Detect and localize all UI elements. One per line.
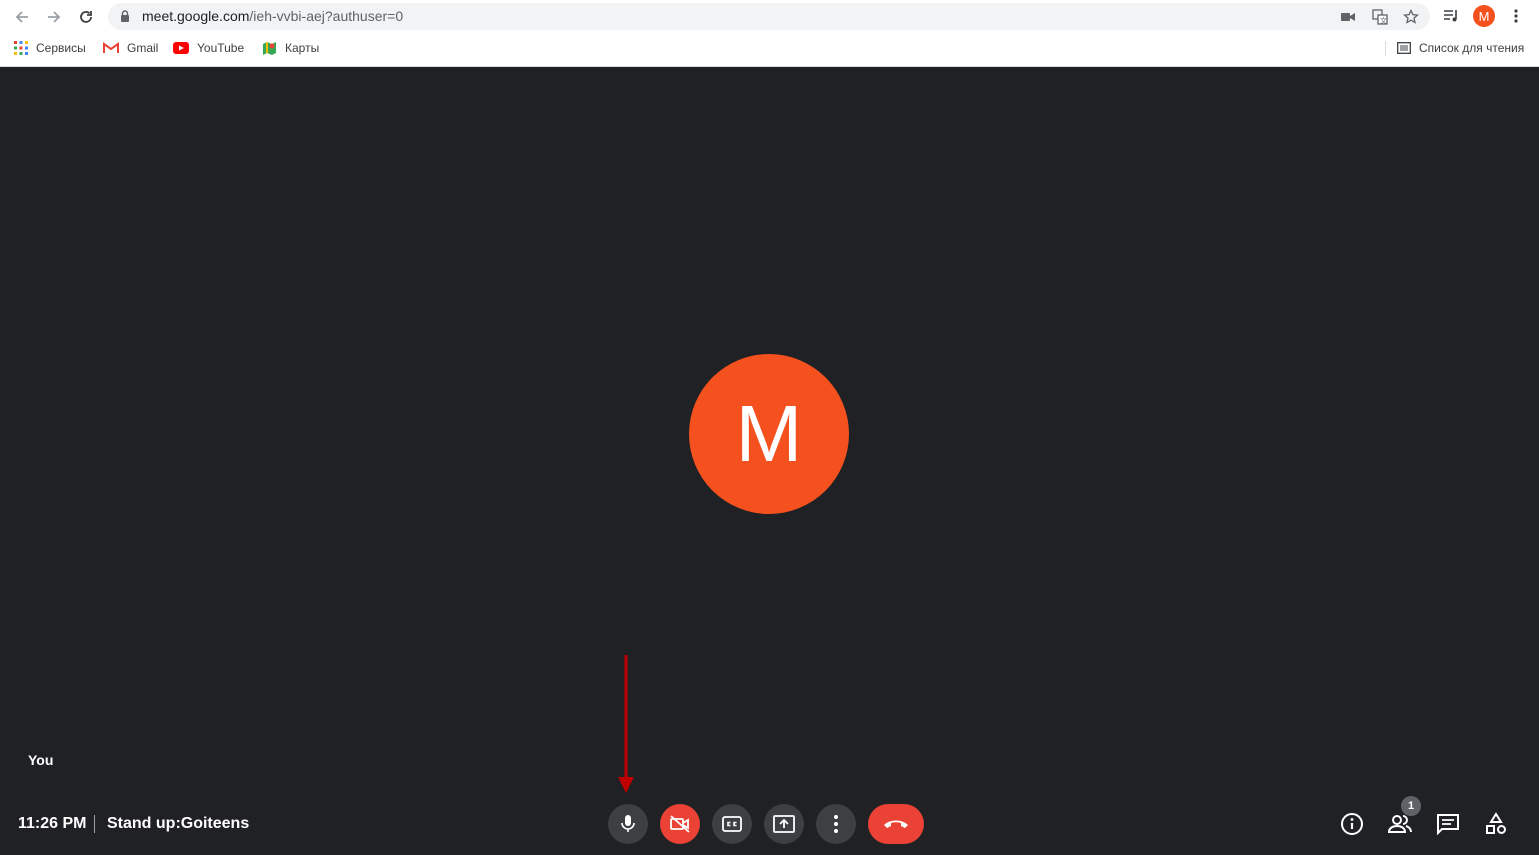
browser-chrome: meet.google.com/ieh-vvbi-aej?authuser=0 … [0, 0, 1539, 67]
forward-arrow-icon [48, 11, 61, 23]
reading-list[interactable]: Список для чтения [1397, 39, 1524, 57]
forward-button[interactable] [41, 4, 67, 30]
bookmark-youtube[interactable]: YouTube [173, 39, 244, 57]
bookmarks-divider [1385, 41, 1386, 56]
self-tile-label: You [28, 752, 54, 768]
svg-text:文: 文 [1380, 16, 1387, 25]
activities-button[interactable] [1482, 810, 1510, 838]
bookmark-label: Сервисы [36, 41, 86, 55]
meeting-clock: 11:26 PM [18, 815, 87, 832]
camera-off-icon [670, 815, 690, 833]
browser-toolbar: meet.google.com/ieh-vvbi-aej?authuser=0 … [0, 0, 1539, 33]
bookmark-services[interactable]: Сервисы [14, 39, 86, 57]
people-icon [1387, 815, 1412, 833]
info-icon [1341, 813, 1363, 835]
meeting-info-divider [94, 815, 95, 833]
url-host: meet.google.com [142, 8, 250, 24]
reading-list-icon [1397, 42, 1411, 54]
media-control-icon[interactable] [1440, 5, 1462, 27]
apps-grid-icon [14, 41, 28, 55]
meeting-details-button[interactable] [1338, 810, 1366, 838]
url-text[interactable]: meet.google.com/ieh-vvbi-aej?authuser=0 [142, 8, 403, 24]
more-vert-icon [834, 815, 838, 833]
reload-icon [80, 11, 92, 23]
captions-icon [722, 816, 742, 832]
leave-call-button[interactable] [868, 804, 924, 844]
profile-avatar[interactable]: M [1473, 5, 1495, 27]
gmail-icon [103, 42, 119, 53]
microphone-icon [621, 815, 635, 832]
bookmark-gmail[interactable]: Gmail [103, 39, 158, 57]
chat-icon [1437, 814, 1459, 835]
back-arrow-icon [15, 11, 28, 23]
activities-shapes-icon [1486, 812, 1506, 834]
address-bar[interactable]: meet.google.com/ieh-vvbi-aej?authuser=0 … [108, 3, 1430, 30]
annotation-arrow [618, 655, 634, 793]
lock-icon[interactable] [120, 10, 130, 22]
more-options-button[interactable] [816, 804, 856, 844]
browser-menu-icon[interactable] [1505, 5, 1527, 27]
captions-button[interactable] [712, 804, 752, 844]
bookmarks-bar: Сервисы Gmail YouTube Карты Список для ч… [0, 36, 1539, 60]
url-path: /ieh-vvbi-aej?authuser=0 [249, 8, 404, 24]
back-button[interactable] [9, 4, 35, 30]
translate-icon[interactable]: 文 [1371, 8, 1389, 26]
participant-avatar: M [689, 354, 849, 514]
chat-button[interactable] [1434, 810, 1462, 838]
participant-count-badge: 1 [1401, 796, 1421, 816]
microphone-button[interactable] [608, 804, 648, 844]
maps-icon [263, 41, 276, 55]
camera-in-use-icon[interactable] [1339, 8, 1357, 26]
hang-up-icon [884, 820, 908, 828]
reading-list-label: Список для чтения [1419, 41, 1525, 55]
present-screen-icon [773, 815, 795, 833]
bookmark-label: Карты [285, 41, 320, 55]
meeting-title: Stand up:Goiteens [107, 815, 250, 832]
bookmark-label: Gmail [127, 41, 159, 55]
reload-button[interactable] [73, 4, 99, 30]
present-screen-button[interactable] [764, 804, 804, 844]
bookmark-maps[interactable]: Карты [262, 39, 319, 57]
bookmark-label: YouTube [197, 41, 245, 55]
youtube-icon [173, 42, 189, 54]
bookmark-star-icon[interactable] [1402, 8, 1420, 26]
camera-off-button[interactable] [660, 804, 700, 844]
